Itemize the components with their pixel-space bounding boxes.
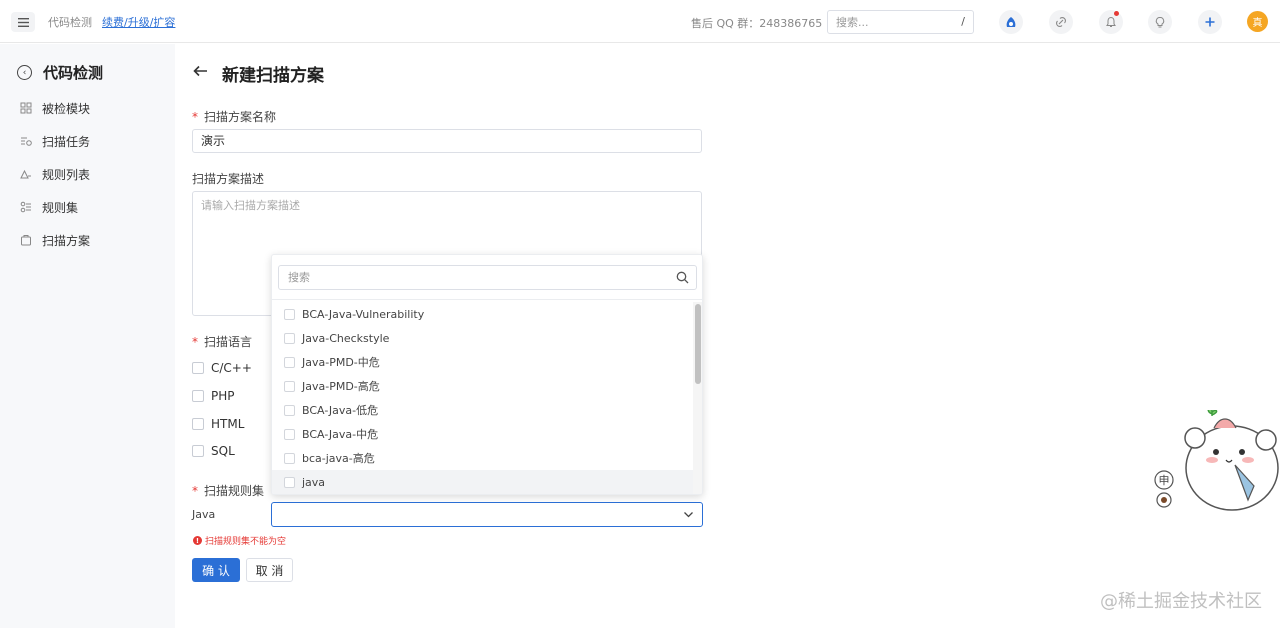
sidebar-item-scheme[interactable]: 扫描方案 bbox=[19, 231, 90, 249]
confirm-button[interactable]: 确 认 bbox=[192, 558, 240, 582]
option-label: java bbox=[302, 475, 326, 489]
dropdown-option[interactable]: bca-java-高危 bbox=[272, 446, 695, 470]
lang-checkbox-sql[interactable]: SQL bbox=[192, 444, 235, 458]
chevron-down-icon bbox=[683, 509, 694, 523]
checkbox-label: HTML bbox=[211, 417, 245, 431]
dropdown-option[interactable]: BCA-Java-低危 bbox=[272, 398, 695, 422]
back-circle-icon[interactable]: ‹ bbox=[17, 65, 32, 80]
checkbox-label: PHP bbox=[211, 389, 235, 403]
dropdown-option[interactable]: java bbox=[272, 470, 695, 494]
checkbox[interactable] bbox=[284, 404, 295, 416]
checkbox[interactable] bbox=[192, 418, 204, 430]
support-qq-text: 售后 QQ 群：248386765 bbox=[691, 17, 823, 30]
checkbox[interactable] bbox=[284, 452, 295, 464]
avatar[interactable]: 真 bbox=[1247, 11, 1268, 32]
required-mark: * bbox=[192, 335, 198, 349]
required-mark: * bbox=[192, 484, 198, 498]
option-label: BCA-Java-Vulnerability bbox=[302, 307, 425, 321]
sidebar-item-rules[interactable]: 规则列表 bbox=[19, 165, 90, 183]
divider bbox=[272, 299, 702, 300]
scrollbar-thumb[interactable] bbox=[695, 304, 701, 384]
desc-label: 扫描方案描述 bbox=[192, 172, 265, 186]
global-search[interactable]: / bbox=[827, 10, 974, 34]
checkbox[interactable] bbox=[284, 428, 295, 440]
checkbox[interactable] bbox=[192, 445, 204, 457]
sidebar-item-label: 扫描任务 bbox=[42, 134, 91, 149]
tasks-icon bbox=[19, 135, 32, 148]
error-text: 扫描规则集不能为空 bbox=[205, 537, 287, 547]
watermark: @稀土掘金技术社区 bbox=[1100, 591, 1262, 612]
dropdown-scrollbar[interactable] bbox=[693, 302, 702, 494]
sidebar-item-label: 规则集 bbox=[42, 200, 79, 215]
checkbox-label: SQL bbox=[211, 444, 235, 458]
svg-text:申: 申 bbox=[1159, 474, 1170, 487]
checkbox[interactable] bbox=[284, 380, 295, 392]
ruleset-icon bbox=[19, 201, 32, 214]
lightbulb-icon[interactable] bbox=[1148, 10, 1172, 34]
scheme-icon bbox=[19, 234, 32, 247]
sidebar-title: 代码检测 bbox=[43, 64, 104, 82]
ruleset-error: ! 扫描规则集不能为空 bbox=[193, 534, 286, 547]
option-label: BCA-Java-低危 bbox=[302, 404, 379, 417]
sidebar-item-label: 扫描方案 bbox=[42, 233, 91, 248]
sidebar-item-label: 被检模块 bbox=[42, 101, 91, 116]
app-title: 代码检测 bbox=[48, 16, 92, 29]
notification-dot bbox=[1114, 11, 1119, 16]
back-arrow-icon[interactable] bbox=[193, 62, 208, 82]
upgrade-link[interactable]: 续费/升级/扩容 bbox=[102, 14, 175, 30]
option-label: Java-PMD-中危 bbox=[302, 356, 380, 369]
checkbox[interactable] bbox=[284, 476, 295, 488]
dropdown-option[interactable]: Java-Checkstyle bbox=[272, 326, 695, 350]
global-search-input[interactable] bbox=[828, 11, 938, 33]
name-label: * 扫描方案名称 bbox=[192, 110, 277, 124]
top-bar: 代码检测 续费/升级/扩容 售后 QQ 群：248386765 / 真 bbox=[0, 0, 1280, 43]
dropdown-option[interactable]: BCA-Java-Vulnerability bbox=[272, 302, 695, 326]
sidebar-item-label: 规则列表 bbox=[42, 167, 91, 182]
sidebar-item-ruleset[interactable]: 规则集 bbox=[19, 198, 78, 216]
search-shortcut-hint: / bbox=[961, 15, 965, 28]
link-icon[interactable] bbox=[1049, 10, 1073, 34]
checkbox[interactable] bbox=[284, 332, 295, 344]
hamburger-icon[interactable] bbox=[11, 12, 35, 32]
checkbox-label: C/C++ bbox=[211, 361, 252, 375]
checkbox[interactable] bbox=[284, 356, 295, 368]
ruleset-dropdown: BCA-Java-Vulnerability Java-Checkstyle J… bbox=[271, 254, 703, 495]
checkbox[interactable] bbox=[284, 308, 295, 320]
plus-icon[interactable] bbox=[1198, 10, 1222, 34]
app-icon[interactable] bbox=[999, 10, 1023, 34]
sidebar: ‹ 代码检测 被检模块 扫描任务 规则列表 规则集 扫描方案 bbox=[0, 44, 175, 628]
cancel-button[interactable]: 取 消 bbox=[246, 558, 293, 582]
error-icon: ! bbox=[193, 536, 202, 545]
dropdown-option[interactable]: Java-PMD-高危 bbox=[272, 374, 695, 398]
modules-icon bbox=[19, 102, 32, 115]
bear-sticker-image: 申 bbox=[1150, 407, 1280, 518]
lang-checkbox-php[interactable]: PHP bbox=[192, 389, 235, 403]
sidebar-item-tasks[interactable]: 扫描任务 bbox=[19, 132, 90, 150]
java-ruleset-label: Java bbox=[192, 508, 216, 521]
search-icon bbox=[676, 271, 689, 287]
dropdown-search-input[interactable] bbox=[279, 266, 649, 289]
option-label: Java-PMD-高危 bbox=[302, 380, 380, 393]
lang-checkbox-cpp[interactable]: C/C++ bbox=[192, 361, 252, 375]
lang-checkbox-html[interactable]: HTML bbox=[192, 417, 244, 431]
checkbox[interactable] bbox=[192, 390, 204, 402]
lang-label: * 扫描语言 bbox=[192, 335, 253, 349]
sidebar-item-modules[interactable]: 被检模块 bbox=[19, 99, 90, 117]
dropdown-search[interactable] bbox=[278, 265, 697, 290]
dropdown-option[interactable]: BCA-Java-中危 bbox=[272, 422, 695, 446]
dropdown-option-list: BCA-Java-Vulnerability Java-Checkstyle J… bbox=[272, 302, 695, 494]
scheme-name-input[interactable]: 演示 bbox=[192, 129, 702, 153]
rules-icon bbox=[19, 168, 32, 181]
dropdown-option[interactable]: Java-PMD-中危 bbox=[272, 350, 695, 374]
ruleset-label: * 扫描规则集 bbox=[192, 484, 265, 498]
option-label: Java-Checkstyle bbox=[302, 331, 390, 345]
checkbox[interactable] bbox=[192, 362, 204, 374]
option-label: bca-java-高危 bbox=[302, 452, 375, 465]
bell-icon[interactable] bbox=[1099, 10, 1123, 34]
option-label: BCA-Java-中危 bbox=[302, 428, 379, 441]
page-title: 新建扫描方案 bbox=[222, 66, 324, 86]
java-ruleset-select[interactable] bbox=[271, 502, 703, 527]
required-mark: * bbox=[192, 110, 198, 124]
sidebar-header: ‹ 代码检测 bbox=[17, 62, 103, 83]
